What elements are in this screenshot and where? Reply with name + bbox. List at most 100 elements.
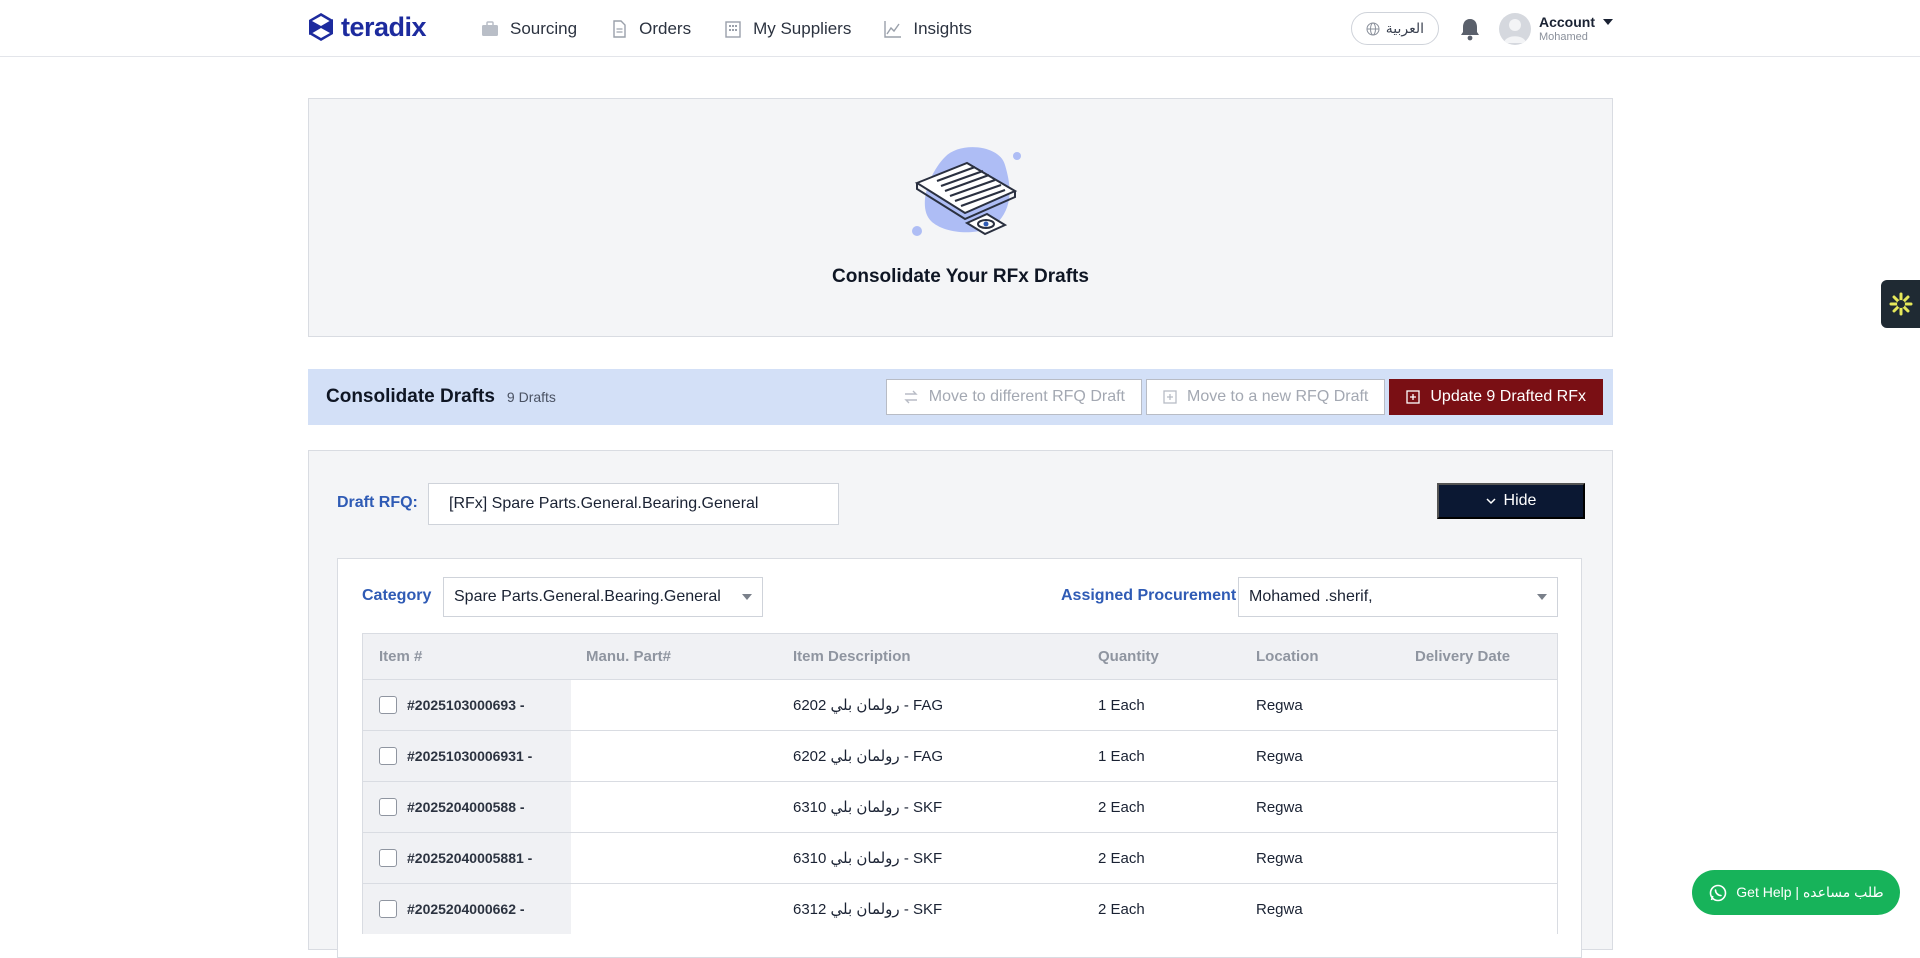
location-cell: Regwa	[1256, 849, 1303, 867]
consolidate-title: Consolidate Drafts	[326, 386, 495, 407]
account-title: Account	[1539, 15, 1613, 29]
item-number-cell: #2025204000588 -	[363, 782, 571, 832]
update-drafted-rfx-label: Update 9 Drafted RFx	[1430, 388, 1586, 405]
nav-sourcing-label: Sourcing	[510, 18, 578, 38]
plus-square-icon	[1163, 390, 1177, 404]
nav-orders-label: Orders	[639, 18, 692, 38]
swap-icon	[904, 390, 918, 404]
hide-label: Hide	[1503, 492, 1537, 509]
assigned-procurement-value: Mohamed .sherif,	[1249, 588, 1373, 605]
quantity-cell: 2 Each	[1098, 900, 1145, 918]
move-to-new-draft-label: Move to a new RFQ Draft	[1186, 388, 1369, 405]
item-number-cell: #2025103000693 -	[363, 680, 571, 730]
item-number[interactable]: #20251030006931 -	[407, 748, 532, 764]
nav-orders[interactable]: Orders	[609, 19, 691, 39]
header-item-number: Item #	[379, 648, 423, 665]
location-cell: Regwa	[1256, 798, 1303, 816]
item-number[interactable]: #2025103000693 -	[407, 697, 525, 713]
header-delivery-date: Delivery Date	[1415, 648, 1511, 665]
update-drafted-rfx-button[interactable]: Update 9 Drafted RFx	[1389, 379, 1603, 415]
row-checkbox[interactable]	[379, 798, 397, 816]
caret-down-icon	[1537, 594, 1547, 600]
caret-down-icon	[1603, 18, 1613, 25]
caret-down-icon	[742, 594, 752, 600]
move-to-new-draft-button[interactable]: Move to a new RFQ Draft	[1145, 379, 1386, 415]
teradix-logo[interactable]: teradix	[307, 11, 427, 43]
get-help-label: Get Help | طلب مساعده	[1736, 884, 1884, 900]
teradix-logo-icon	[309, 13, 333, 41]
quantity-cell: 1 Each	[1098, 747, 1145, 765]
assigned-procurement-select[interactable]: Mohamed .sherif,	[1238, 577, 1558, 617]
item-number[interactable]: #2025204000588 -	[407, 799, 525, 815]
assigned-procurement-label: Assigned Procurement	[1061, 587, 1237, 604]
navbar-right: العربية Account Mohamed	[1350, 0, 1613, 57]
item-description-cell: 6312 رولمان بلي - SKF	[793, 901, 943, 918]
header-manu-part: Manu. Part#	[586, 648, 672, 665]
whatsapp-icon	[1709, 884, 1727, 901]
table-row: #2025204000588 - 6310 رولمان بلي - SKF 2…	[363, 781, 1557, 832]
item-description-cell: 6202 رولمان بلي - FAG	[793, 697, 944, 714]
nav-sourcing[interactable]: Sourcing	[480, 19, 577, 39]
hero-card: Consolidate Your RFx Drafts	[308, 98, 1613, 337]
table-row: #20252040005881 - 6310 رولمان بلي - SKF …	[363, 832, 1557, 883]
category-label: Category	[362, 587, 432, 604]
move-to-different-draft-button[interactable]: Move to different RFQ Draft	[885, 379, 1142, 415]
draft-rfq-input[interactable]: [RFx] Spare Parts.General.Bearing.Genera…	[428, 483, 839, 525]
language-toggle[interactable]: العربية	[1350, 12, 1439, 45]
item-number-cell: #20251030006931 -	[363, 731, 571, 781]
location-cell: Regwa	[1256, 747, 1303, 765]
items-table: Item # Manu. Part# Item Description Quan…	[362, 633, 1558, 934]
location-cell: Regwa	[1256, 900, 1303, 918]
item-number-cell: #2025204000662 -	[363, 884, 571, 934]
draft-rfq-label: Draft RFQ:	[337, 494, 418, 511]
quantity-cell: 2 Each	[1098, 849, 1145, 867]
avatar[interactable]	[1499, 12, 1531, 45]
user-icon	[1504, 18, 1526, 43]
row-checkbox[interactable]	[379, 696, 397, 714]
nav-insights-label: Insights	[913, 18, 972, 38]
plus-square-icon	[1406, 390, 1421, 404]
table-row: #2025103000693 - 6202 رولمان بلي - FAG 1…	[363, 679, 1557, 730]
item-number[interactable]: #20252040005881 -	[407, 850, 532, 866]
draft-items-card: Category Spare Parts.General.Bearing.Gen…	[337, 558, 1582, 958]
chart-line-icon	[884, 20, 902, 38]
row-checkbox[interactable]	[379, 849, 397, 867]
hero-caption: Consolidate Your RFx Drafts	[832, 266, 1089, 287]
building-icon	[725, 20, 741, 38]
draft-panel: Draft RFQ: [RFx] Spare Parts.General.Bea…	[308, 450, 1613, 958]
category-value: Spare Parts.General.Bearing.General	[454, 588, 721, 605]
category-select[interactable]: Spare Parts.General.Bearing.General	[443, 577, 763, 617]
table-row: #2025204000662 - 6312 رولمان بلي - SKF 2…	[363, 883, 1557, 934]
table-header: Item # Manu. Part# Item Description Quan…	[363, 634, 1557, 679]
document-icon	[613, 19, 626, 38]
side-feedback-widget[interactable]	[1881, 280, 1920, 328]
header-quantity: Quantity	[1098, 648, 1159, 665]
consolidate-actions: Move to different RFQ Draft Move to a ne…	[885, 379, 1603, 415]
header-location: Location	[1256, 648, 1319, 665]
table-row: #20251030006931 - 6202 رولمان بلي - FAG …	[363, 730, 1557, 781]
item-number[interactable]: #2025204000662 -	[407, 901, 525, 917]
quantity-cell: 2 Each	[1098, 798, 1145, 816]
main-nav: Sourcing Orders My Suppliers Insights	[480, 0, 972, 57]
move-to-different-draft-label: Move to different RFQ Draft	[928, 388, 1125, 405]
row-checkbox[interactable]	[379, 900, 397, 918]
top-navbar: teradix Sourcing Orders My Suppliers Ins…	[0, 0, 1920, 57]
nav-insights[interactable]: Insights	[883, 19, 972, 39]
item-description-cell: 6310 رولمان بلي - SKF	[793, 799, 943, 816]
item-number-cell: #20252040005881 -	[363, 833, 571, 883]
location-cell: Regwa	[1256, 696, 1303, 714]
drafts-count: 9 Drafts	[506, 389, 556, 405]
get-help-button[interactable]: Get Help | طلب مساعده	[1692, 870, 1900, 915]
hide-button[interactable]: Hide	[1437, 483, 1585, 519]
account-menu[interactable]: Account Mohamed	[1539, 15, 1613, 43]
brand-name: teradix	[341, 11, 427, 42]
globe-icon	[1366, 22, 1380, 35]
consolidate-bar: Consolidate Drafts 9 Drafts Move to diff…	[308, 369, 1613, 425]
briefcase-icon	[482, 20, 498, 36]
row-checkbox[interactable]	[379, 747, 397, 765]
bell-icon[interactable]	[1459, 17, 1481, 41]
account-label: Account	[1539, 13, 1595, 30]
nav-my-suppliers[interactable]: My Suppliers	[723, 19, 851, 39]
account-user: Mohamed	[1539, 30, 1588, 43]
quantity-cell: 1 Each	[1098, 696, 1145, 714]
